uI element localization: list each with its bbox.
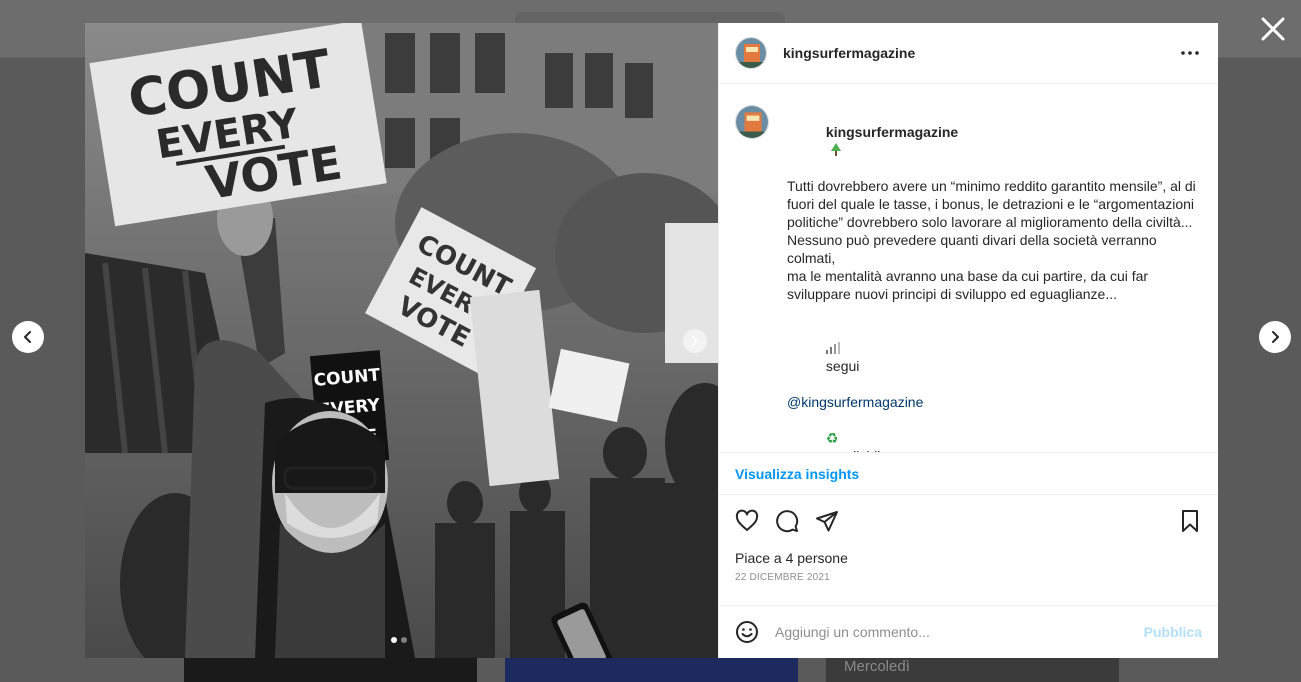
close-icon[interactable] bbox=[1258, 14, 1288, 44]
post-photo: COUNT EVERY VOTE COUNT EVERY VOTE bbox=[85, 23, 718, 658]
caption-line: fuori del quale le tasse, i bonus, le de… bbox=[787, 196, 1195, 212]
chevron-left-icon bbox=[24, 331, 31, 343]
background-thumbnail bbox=[505, 658, 798, 682]
background-thumbnail-text: Mercoledì bbox=[844, 658, 910, 675]
next-post-button[interactable] bbox=[1259, 321, 1291, 353]
caption-line: sviluppare nuovi principi di sviluppo ed… bbox=[787, 286, 1117, 302]
more-horizontal-icon[interactable] bbox=[1178, 41, 1202, 65]
next-image-button[interactable] bbox=[683, 329, 707, 353]
background-thumbnail bbox=[184, 658, 477, 682]
caption-username[interactable]: kingsurfermagazine bbox=[826, 124, 958, 140]
previous-post-button[interactable] bbox=[12, 321, 44, 353]
chevron-right-icon bbox=[1272, 331, 1279, 343]
caption-line: ma le mentalità avranno una base da cui … bbox=[787, 268, 1149, 284]
bookmark-icon[interactable] bbox=[1178, 509, 1202, 533]
paper-plane-icon[interactable] bbox=[815, 509, 839, 533]
view-insights-link[interactable]: Visualizza insights bbox=[735, 466, 859, 482]
background-thumbnail: Mercoledì bbox=[826, 658, 1119, 682]
recycle-icon: ♻ bbox=[825, 430, 839, 446]
caption-line: politiche” dovrebbero solo lavorare al m… bbox=[787, 214, 1193, 230]
protest-photo: COUNT EVERY VOTE COUNT EVERY VOTE bbox=[85, 23, 718, 658]
action-bar bbox=[719, 495, 1218, 547]
chevron-right-icon bbox=[692, 336, 698, 346]
post-modal: COUNT EVERY VOTE COUNT EVERY VOTE bbox=[85, 23, 1218, 658]
comment-input[interactable] bbox=[775, 624, 1144, 640]
avatar[interactable] bbox=[735, 37, 767, 69]
heart-icon[interactable] bbox=[735, 509, 759, 533]
post-header: kingsurfermagazine bbox=[719, 23, 1218, 84]
carousel-dot bbox=[391, 637, 397, 643]
post-username[interactable]: kingsurfermagazine bbox=[783, 45, 915, 61]
avatar[interactable] bbox=[735, 105, 769, 139]
caption-section: kingsurfermagazine Tutti dovrebbero aver… bbox=[719, 84, 1218, 452]
comment-icon[interactable] bbox=[775, 509, 799, 533]
tree-icon bbox=[830, 143, 841, 156]
comment-bar: Pubblica bbox=[719, 605, 1218, 658]
mention-link[interactable]: @kingsurfermagazine bbox=[787, 394, 923, 410]
carousel-indicator bbox=[391, 637, 407, 643]
likes-count[interactable]: Piace a 4 persone bbox=[719, 547, 1218, 569]
insights-bar: Visualizza insights bbox=[719, 452, 1218, 495]
signal-icon bbox=[825, 342, 840, 354]
carousel-dot bbox=[401, 637, 407, 643]
emoji-icon[interactable] bbox=[735, 620, 759, 644]
publish-button[interactable]: Pubblica bbox=[1144, 624, 1202, 640]
caption-line: Nessuno può prevedere quanti divari dell… bbox=[787, 232, 1161, 266]
post-date: 22 DICEMBRE 2021 bbox=[735, 572, 830, 583]
post-sidebar: kingsurfermagazine kingsurfermagazine Tu… bbox=[718, 23, 1218, 658]
caption-line: Tutti dovrebbero avere un “minimo reddit… bbox=[787, 178, 1196, 194]
caption-text: kingsurfermagazine Tutti dovrebbero aver… bbox=[787, 105, 1202, 452]
follow-label: segui bbox=[825, 358, 860, 374]
